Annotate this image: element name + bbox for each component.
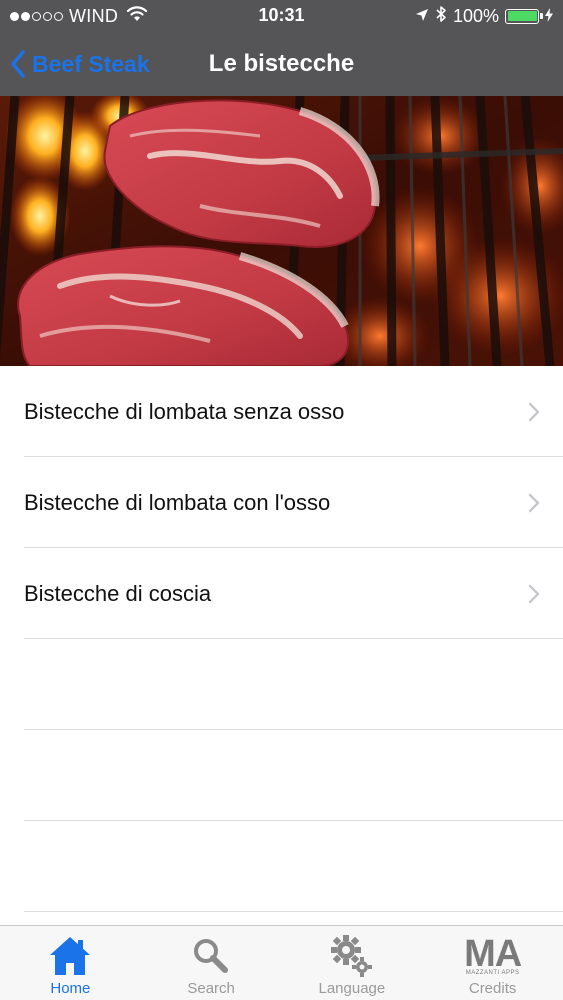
steak-category-list: Bistecche di lombata senza osso Bistecch… xyxy=(0,366,563,912)
tab-language[interactable]: Language xyxy=(282,926,423,1000)
tab-bar: Home Search Language MA MAZZANTI APPS Cr… xyxy=(0,925,563,1000)
empty-list-row xyxy=(0,639,563,730)
tab-label: Credits xyxy=(468,980,517,997)
list-item-label: Bistecche di lombata con l'osso xyxy=(24,490,331,515)
battery-percent: 100% xyxy=(452,5,499,26)
ma-logo-icon: MA MAZZANTI APPS xyxy=(464,932,522,980)
chevron-right-icon xyxy=(528,584,540,604)
tab-label: Search xyxy=(187,980,235,997)
empty-list-row xyxy=(0,730,563,821)
hero-illustration xyxy=(0,96,563,366)
tab-credits[interactable]: MA MAZZANTI APPS Credits xyxy=(422,926,563,1000)
row-separator xyxy=(24,911,563,912)
battery-cap xyxy=(540,13,543,19)
ma-logo-text: MA xyxy=(464,933,522,975)
chevron-right-icon xyxy=(528,402,540,422)
tab-home[interactable]: Home xyxy=(0,926,141,1000)
list-item-label: Bistecche di lombata senza osso xyxy=(24,399,345,424)
gears-icon xyxy=(328,932,376,980)
list-item-label: Bistecche di coscia xyxy=(24,581,212,606)
tab-label: Language xyxy=(318,980,386,997)
location-arrow-icon xyxy=(415,6,429,27)
home-icon xyxy=(46,932,94,980)
page-title: Le bistecche xyxy=(208,50,355,77)
tab-search[interactable]: Search xyxy=(141,926,282,1000)
list-item[interactable]: Bistecche di coscia xyxy=(0,548,563,639)
status-bar: WIND 10:31 100% xyxy=(0,0,563,32)
battery-icon xyxy=(505,8,543,24)
list-item[interactable]: Bistecche di lombata senza osso xyxy=(0,366,563,457)
battery-fill xyxy=(507,11,537,21)
empty-list-row xyxy=(0,821,563,912)
list-item[interactable]: Bistecche di lombata con l'osso xyxy=(0,457,563,548)
navigation-bar: Beef Steak Le bistecche xyxy=(0,32,563,96)
bluetooth-icon xyxy=(435,5,447,28)
grilled-steaks-image xyxy=(0,96,563,366)
tab-label: Home xyxy=(50,980,91,997)
chevron-right-icon xyxy=(528,493,540,513)
ma-logo-subtext: MAZZANTI APPS xyxy=(465,970,520,976)
search-icon xyxy=(187,932,235,980)
bolt-icon xyxy=(545,6,553,27)
status-right: 100% xyxy=(415,5,553,27)
